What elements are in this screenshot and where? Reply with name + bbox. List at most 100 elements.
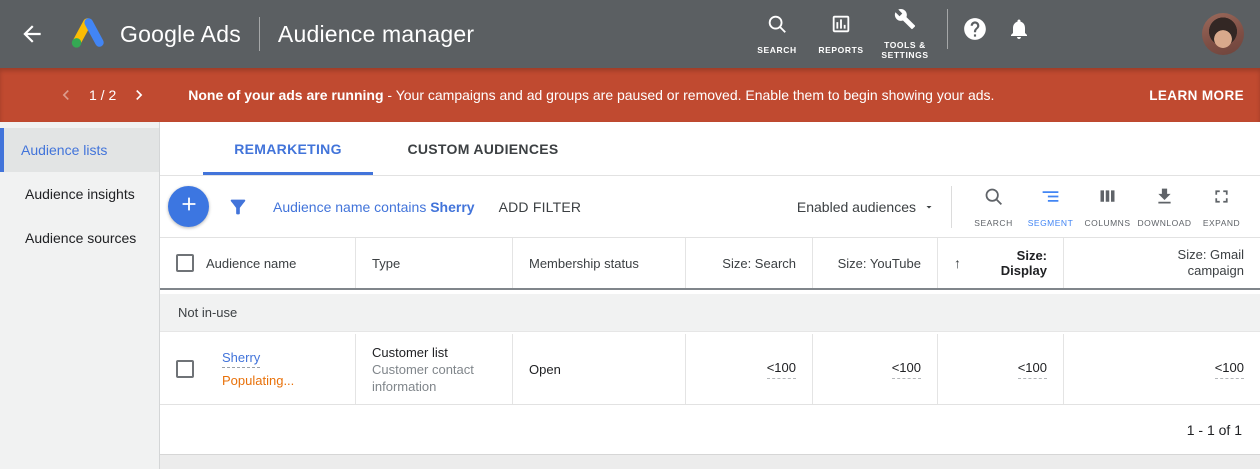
back-arrow-icon[interactable] bbox=[18, 20, 46, 48]
filter-prefix: Audience name contains bbox=[273, 199, 430, 215]
size-youtube-value[interactable]: <100 bbox=[892, 360, 921, 379]
cell-type: Customer list Customer contact informati… bbox=[356, 334, 513, 404]
header-size-gmail[interactable]: Size: Gmail campaign bbox=[1064, 238, 1260, 288]
sidebar-item-audience-sources[interactable]: Audience sources bbox=[0, 216, 159, 260]
wrench-icon bbox=[894, 8, 916, 35]
table-search-button[interactable]: SEARCH bbox=[965, 186, 1022, 228]
pagination-row: 1 - 1 of 1 bbox=[160, 405, 1260, 454]
populating-status: Populating... bbox=[222, 373, 294, 388]
main-panel: REMARKETING CUSTOM AUDIENCES Audience na… bbox=[160, 122, 1260, 469]
notifications-bell-icon[interactable] bbox=[1006, 16, 1032, 42]
learn-more-link[interactable]: LEARN MORE bbox=[1149, 88, 1244, 103]
download-label: DOWNLOAD bbox=[1137, 218, 1191, 228]
alert-banner: 1 / 2 None of your ads are running - You… bbox=[0, 68, 1260, 122]
table-search-label: SEARCH bbox=[974, 218, 1012, 228]
column-label: Size: Display bbox=[969, 248, 1047, 278]
banner-message-bold: None of your ads are running bbox=[188, 87, 383, 103]
header-audience-name: Audience name bbox=[160, 238, 356, 288]
banner-message: None of your ads are running - Your camp… bbox=[188, 87, 994, 103]
columns-label: COLUMNS bbox=[1084, 218, 1130, 228]
table-header-row: Audience name Type Membership status Siz… bbox=[160, 238, 1260, 290]
columns-icon bbox=[1097, 186, 1118, 212]
cell-size-youtube: <100 bbox=[813, 334, 938, 404]
top-app-bar: Google Ads Audience manager SEARCH REPOR… bbox=[0, 0, 1260, 68]
footer-strip bbox=[160, 454, 1260, 469]
plus-icon bbox=[178, 193, 200, 220]
title-divider bbox=[259, 17, 260, 51]
active-filter-chip[interactable]: Audience name contains Sherry bbox=[273, 199, 475, 215]
search-icon bbox=[983, 186, 1004, 212]
columns-button[interactable]: COLUMNS bbox=[1079, 186, 1136, 228]
add-audience-button[interactable] bbox=[168, 186, 209, 227]
topbar-reports-label: REPORTS bbox=[818, 45, 863, 55]
banner-prev-icon[interactable] bbox=[55, 84, 77, 106]
column-label: Audience name bbox=[206, 256, 296, 271]
column-label: Size: Gmail campaign bbox=[1144, 247, 1244, 279]
expand-button[interactable]: EXPAND bbox=[1193, 186, 1250, 228]
cell-size-gmail: <100 bbox=[1064, 334, 1260, 404]
size-display-value[interactable]: <100 bbox=[1018, 360, 1047, 379]
sidebar-item-audience-lists[interactable]: Audience lists bbox=[0, 128, 159, 172]
segment-button[interactable]: SEGMENT bbox=[1022, 186, 1079, 228]
tab-bar: REMARKETING CUSTOM AUDIENCES bbox=[160, 122, 1260, 176]
content: Audience lists Audience insights Audienc… bbox=[0, 122, 1260, 469]
sort-ascending-icon: ↑ bbox=[954, 255, 961, 271]
expand-icon bbox=[1211, 186, 1232, 212]
header-size-display[interactable]: ↑ Size: Display bbox=[938, 238, 1064, 288]
filter-funnel-icon[interactable] bbox=[227, 196, 249, 218]
topbar-actions: SEARCH REPORTS TOOLS & SETTINGS bbox=[749, 8, 1260, 60]
type-detail-label: Customer contact information bbox=[372, 361, 496, 395]
help-icon[interactable] bbox=[962, 16, 988, 42]
topbar-divider bbox=[947, 9, 948, 49]
table-row: Sherry Populating... Customer list Custo… bbox=[160, 334, 1260, 405]
sidebar-item-label: Audience insights bbox=[25, 186, 135, 202]
dropdown-caret-icon bbox=[923, 201, 935, 213]
select-all-checkbox[interactable] bbox=[176, 254, 194, 272]
avatar[interactable] bbox=[1202, 13, 1244, 55]
header-type[interactable]: Type bbox=[356, 238, 513, 288]
toolbar-divider bbox=[951, 186, 952, 228]
header-membership-status[interactable]: Membership status bbox=[513, 238, 686, 288]
segment-icon bbox=[1040, 186, 1061, 212]
sidebar-item-label: Audience lists bbox=[21, 142, 107, 158]
banner-next-icon[interactable] bbox=[128, 84, 150, 106]
topbar-reports-button[interactable]: REPORTS bbox=[813, 13, 869, 55]
download-icon bbox=[1154, 186, 1175, 212]
sidebar-item-audience-insights[interactable]: Audience insights bbox=[0, 172, 159, 216]
topbar-search-button[interactable]: SEARCH bbox=[749, 13, 805, 55]
cell-size-search: <100 bbox=[686, 334, 813, 404]
size-gmail-value[interactable]: <100 bbox=[1215, 360, 1244, 379]
toolbar: Audience name contains Sherry ADD FILTER… bbox=[160, 176, 1260, 238]
enabled-audiences-dropdown[interactable]: Enabled audiences bbox=[797, 199, 935, 215]
expand-label: EXPAND bbox=[1203, 218, 1240, 228]
cell-membership-status: Open bbox=[513, 334, 686, 404]
product-name: Google Ads bbox=[120, 21, 241, 48]
size-search-value[interactable]: <100 bbox=[767, 360, 796, 379]
topbar-tools-button[interactable]: TOOLS & SETTINGS bbox=[877, 8, 933, 60]
group-row-not-in-use: Not in-use bbox=[160, 294, 1260, 332]
tab-remarketing[interactable]: REMARKETING bbox=[203, 122, 373, 175]
pagination-label: 1 - 1 of 1 bbox=[1187, 422, 1242, 438]
topbar-tools-label: TOOLS & SETTINGS bbox=[878, 40, 932, 60]
row-checkbox[interactable] bbox=[176, 360, 194, 378]
cell-audience-name: Sherry Populating... bbox=[160, 334, 356, 404]
banner-message-rest: - Your campaigns and ad groups are pause… bbox=[384, 87, 995, 103]
tab-custom-audiences[interactable]: CUSTOM AUDIENCES bbox=[388, 122, 578, 175]
audience-name-link[interactable]: Sherry bbox=[222, 350, 260, 368]
audience-name-block: Sherry Populating... bbox=[222, 350, 294, 388]
download-button[interactable]: DOWNLOAD bbox=[1136, 186, 1193, 228]
topbar-search-label: SEARCH bbox=[757, 45, 797, 55]
add-filter-button[interactable]: ADD FILTER bbox=[499, 199, 582, 215]
google-ads-logo-icon[interactable] bbox=[68, 16, 108, 52]
segment-label: SEGMENT bbox=[1028, 218, 1074, 228]
header-size-youtube[interactable]: Size: YouTube bbox=[813, 238, 938, 288]
membership-label: Open bbox=[529, 362, 561, 377]
sidebar: Audience lists Audience insights Audienc… bbox=[0, 122, 160, 469]
header-size-search[interactable]: Size: Search bbox=[686, 238, 813, 288]
cell-size-display: <100 bbox=[938, 334, 1064, 404]
type-label: Customer list bbox=[372, 344, 448, 361]
sidebar-item-label: Audience sources bbox=[25, 230, 136, 246]
bar-chart-icon bbox=[830, 13, 852, 40]
banner-pagination: 1 / 2 bbox=[89, 87, 116, 103]
search-icon bbox=[766, 13, 788, 40]
